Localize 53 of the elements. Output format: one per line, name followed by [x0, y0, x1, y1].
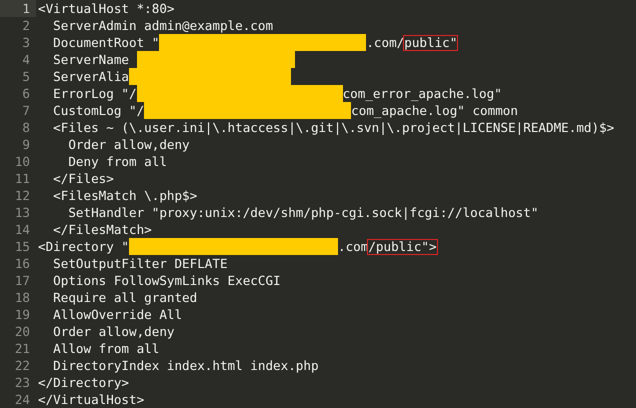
code-text: ServerAdmin admin@example.com [52, 17, 274, 34]
code-text: CustomLog "/ [52, 102, 144, 119]
line-number: 22 [14, 357, 31, 374]
line-number: 21 [14, 340, 31, 357]
line-number: 15 [14, 238, 31, 255]
line-number: 8 [21, 119, 31, 136]
line-number: 19 [14, 306, 31, 323]
line-number: 2 [21, 17, 31, 34]
code-text: ServerName [52, 51, 130, 68]
line-number: 13 [14, 204, 31, 221]
code-text: com_apache.log" common [351, 102, 518, 119]
code-text: SetOutputFilter DEFLATE [52, 255, 228, 272]
code-text: </FilesMatch> [52, 221, 152, 238]
line-number: 11 [14, 170, 31, 187]
line-number: 7 [21, 102, 31, 119]
code-text: <Directory " [38, 238, 129, 255]
code-text: DocumentRoot " [52, 34, 160, 51]
code-text: <VirtualHost *:80> [38, 0, 174, 17]
code-text: Deny from all [67, 153, 167, 170]
code-text: .com/ [366, 34, 404, 51]
line-number: 14 [14, 221, 31, 238]
code-text: SetHandler "proxy:unix:/dev/shm/php-cgi.sock|fcgi://localhost" [67, 204, 538, 221]
line-number: 16 [14, 255, 31, 272]
code-text: </VirtualHost> [38, 391, 144, 408]
code-text: AllowOverride All [52, 306, 182, 323]
code-text: </Directory> [38, 374, 129, 391]
code-text: Order allow,deny [52, 323, 174, 340]
line-number: 4 [21, 51, 31, 68]
code-text: Order allow,deny [67, 136, 190, 153]
code-text: Require all granted [52, 289, 198, 306]
code-text: com_error_apache.log" [342, 85, 502, 102]
line-number: 9 [21, 136, 31, 153]
line-number: 3 [21, 34, 31, 51]
line-number: 23 [14, 374, 31, 391]
line-number: 1 [0, 0, 36, 17]
code-text: Options FollowSymLinks ExecCGI [52, 272, 281, 289]
code-text: DirectoryIndex index.html index.php [52, 357, 319, 374]
code-text: ServerAlia [52, 68, 129, 85]
code-text: Allow from all [52, 340, 160, 357]
code-text: <Files ~ (\.user.ini|\.htaccess|\.git|\.svn|\.project|LICENSE|README.md)$> [52, 119, 614, 136]
line-number: 17 [14, 272, 31, 289]
line-number: 10 [14, 153, 31, 170]
line-number: 18 [14, 289, 31, 306]
line-number: 24 [14, 391, 31, 408]
line-number: 5 [21, 68, 31, 85]
line-number: 6 [21, 85, 31, 102]
code-text: <FilesMatch \.php$> [52, 187, 198, 204]
code-text: </Files> [52, 170, 114, 187]
line-number: 20 [14, 323, 31, 340]
line-number: 12 [14, 187, 31, 204]
marked-text: public" [403, 34, 458, 50]
code-text: ErrorLog "/ [52, 85, 137, 102]
marked-text: /public"> [367, 238, 438, 254]
